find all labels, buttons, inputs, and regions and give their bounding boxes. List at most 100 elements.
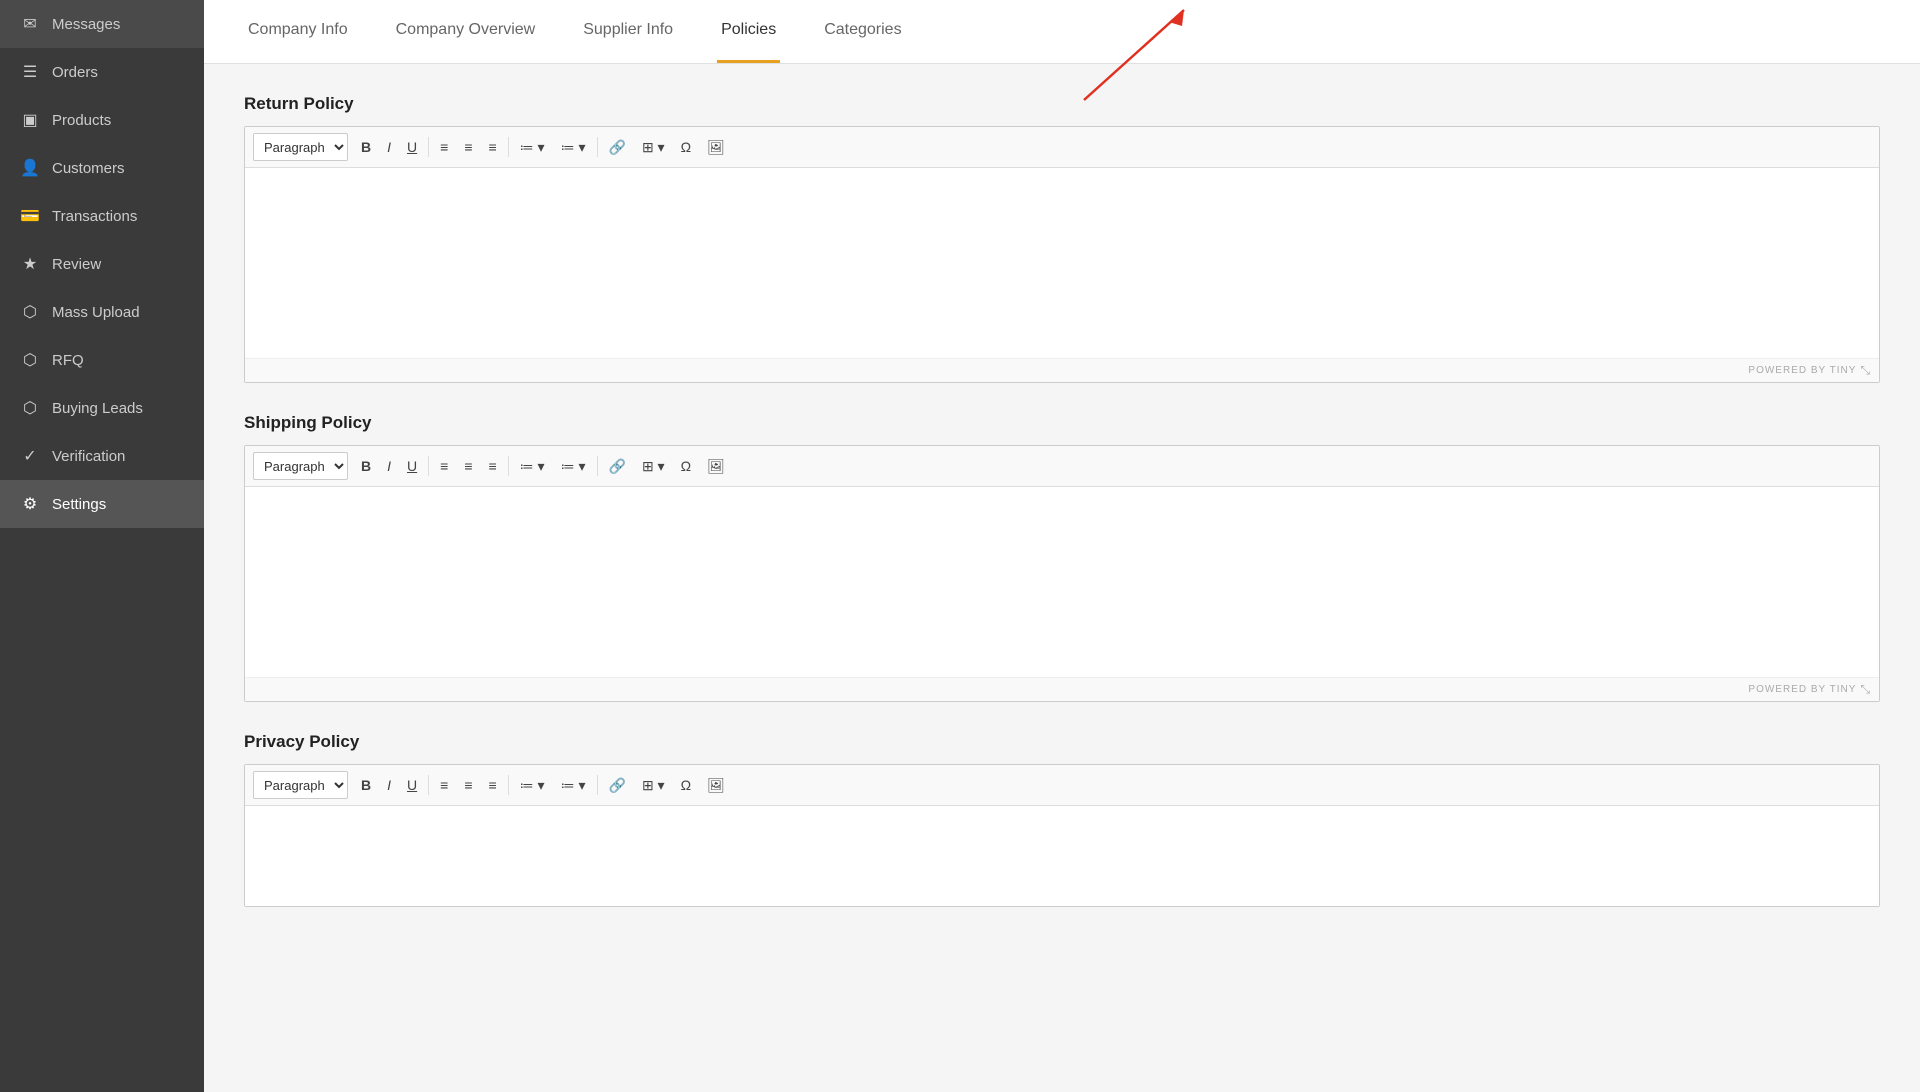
shipping-policy-align-center-btn[interactable]: ≡ — [457, 452, 479, 480]
return-policy-link-btn[interactable]: 🔗 — [602, 133, 633, 161]
privacy-policy-underline-btn[interactable]: U — [400, 771, 424, 799]
sidebar-item-transactions[interactable]: 💳 Transactions — [0, 192, 204, 240]
return-policy-format-select[interactable]: Paragraph Heading 1 Heading 2 — [253, 133, 348, 161]
shipping-policy-section: Shipping Policy Paragraph Heading 1 Head… — [244, 413, 1880, 702]
shipping-policy-image-btn[interactable]: 🖼 — [700, 452, 732, 480]
return-policy-image-btn[interactable]: 🖼 — [700, 133, 732, 161]
return-policy-table-btn[interactable]: ⊞ ▾ — [635, 133, 672, 161]
return-policy-omega-btn[interactable]: Ω — [674, 133, 698, 161]
tab-categories[interactable]: Categories — [820, 0, 905, 63]
sidebar-label-settings: Settings — [52, 496, 106, 513]
sidebar-item-orders[interactable]: ☰ Orders — [0, 48, 204, 96]
rfq-icon: ⬡ — [20, 350, 40, 370]
privacy-policy-italic-btn[interactable]: I — [380, 771, 398, 799]
tab-bar: Company Info Company Overview Supplier I… — [204, 0, 1920, 64]
shipping-policy-footer: POWERED BY TINY ⤡ — [245, 677, 1879, 701]
privacy-policy-title: Privacy Policy — [244, 732, 1880, 752]
sidebar-item-messages[interactable]: ✉ Messages — [0, 0, 204, 48]
return-policy-powered-by: POWERED BY TINY — [1748, 365, 1856, 376]
shipping-policy-table-btn[interactable]: ⊞ ▾ — [635, 452, 672, 480]
return-policy-resize: ⤡ — [1860, 363, 1871, 378]
tab-supplier-info[interactable]: Supplier Info — [579, 0, 677, 63]
customers-icon: 👤 — [20, 158, 40, 178]
tab-company-overview[interactable]: Company Overview — [392, 0, 540, 63]
sidebar-label-rfq: RFQ — [52, 352, 84, 369]
sidebar-item-customers[interactable]: 👤 Customers — [0, 144, 204, 192]
return-policy-align-left-btn[interactable]: ≡ — [433, 133, 455, 161]
privacy-policy-align-left-btn[interactable]: ≡ — [433, 771, 455, 799]
return-policy-numbered-btn[interactable]: ≔ ▾ — [554, 133, 593, 161]
return-policy-align-center-btn[interactable]: ≡ — [457, 133, 479, 161]
sidebar-label-messages: Messages — [52, 16, 120, 33]
privacy-policy-bullet-btn[interactable]: ≔ ▾ — [513, 771, 552, 799]
sep8 — [508, 775, 509, 795]
privacy-policy-body[interactable] — [245, 806, 1879, 906]
privacy-policy-align-right-btn[interactable]: ≡ — [481, 771, 503, 799]
review-icon: ★ — [20, 254, 40, 274]
tab-policies[interactable]: Policies — [717, 0, 780, 63]
sidebar-item-products[interactable]: ▣ Products — [0, 96, 204, 144]
return-policy-body[interactable] — [245, 168, 1879, 358]
sidebar: ✉ Messages ☰ Orders ▣ Products 👤 Custome… — [0, 0, 204, 1092]
sidebar-item-settings[interactable]: ⚙ Settings — [0, 480, 204, 528]
sidebar-label-transactions: Transactions — [52, 208, 137, 225]
sidebar-label-customers: Customers — [52, 160, 125, 177]
sidebar-item-mass-upload[interactable]: ⬡ Mass Upload — [0, 288, 204, 336]
shipping-policy-title: Shipping Policy — [244, 413, 1880, 433]
privacy-policy-link-btn[interactable]: 🔗 — [602, 771, 633, 799]
return-policy-title: Return Policy — [244, 94, 1880, 114]
shipping-policy-italic-btn[interactable]: I — [380, 452, 398, 480]
sidebar-label-verification: Verification — [52, 448, 125, 465]
return-policy-align-right-btn[interactable]: ≡ — [481, 133, 503, 161]
sidebar-item-buying-leads[interactable]: ⬡ Buying Leads — [0, 384, 204, 432]
sep2 — [508, 137, 509, 157]
privacy-policy-omega-btn[interactable]: Ω — [674, 771, 698, 799]
shipping-policy-bold-btn[interactable]: B — [354, 452, 378, 480]
main-content: Company Info Company Overview Supplier I… — [204, 0, 1920, 1092]
shipping-policy-link-btn[interactable]: 🔗 — [602, 452, 633, 480]
sidebar-label-buying-leads: Buying Leads — [52, 400, 143, 417]
shipping-policy-body[interactable] — [245, 487, 1879, 677]
sep7 — [428, 775, 429, 795]
privacy-policy-numbered-btn[interactable]: ≔ ▾ — [554, 771, 593, 799]
shipping-policy-numbered-btn[interactable]: ≔ ▾ — [554, 452, 593, 480]
return-policy-underline-btn[interactable]: U — [400, 133, 424, 161]
shipping-policy-align-right-btn[interactable]: ≡ — [481, 452, 503, 480]
messages-icon: ✉ — [20, 14, 40, 34]
orders-icon: ☰ — [20, 62, 40, 82]
sep4 — [428, 456, 429, 476]
return-policy-bullet-btn[interactable]: ≔ ▾ — [513, 133, 552, 161]
verification-icon: ✓ — [20, 446, 40, 466]
sep9 — [597, 775, 598, 795]
sidebar-label-products: Products — [52, 112, 111, 129]
return-policy-italic-btn[interactable]: I — [380, 133, 398, 161]
privacy-policy-align-center-btn[interactable]: ≡ — [457, 771, 479, 799]
tab-company-info[interactable]: Company Info — [244, 0, 352, 63]
privacy-policy-image-btn[interactable]: 🖼 — [700, 771, 732, 799]
privacy-policy-bold-btn[interactable]: B — [354, 771, 378, 799]
sidebar-item-rfq[interactable]: ⬡ RFQ — [0, 336, 204, 384]
sidebar-label-review: Review — [52, 256, 101, 273]
settings-icon: ⚙ — [20, 494, 40, 514]
shipping-policy-editor: Paragraph Heading 1 Heading 2 B I U ≡ ≡ … — [244, 445, 1880, 702]
privacy-policy-table-btn[interactable]: ⊞ ▾ — [635, 771, 672, 799]
return-policy-toolbar: Paragraph Heading 1 Heading 2 B I U ≡ ≡ … — [245, 127, 1879, 168]
privacy-policy-format-select[interactable]: Paragraph Heading 1 Heading 2 — [253, 771, 348, 799]
sidebar-item-review[interactable]: ★ Review — [0, 240, 204, 288]
shipping-policy-align-left-btn[interactable]: ≡ — [433, 452, 455, 480]
privacy-policy-editor: Paragraph Heading 1 Heading 2 B I U ≡ ≡ … — [244, 764, 1880, 907]
sidebar-item-verification[interactable]: ✓ Verification — [0, 432, 204, 480]
sep3 — [597, 137, 598, 157]
content-area: Return Policy Paragraph Heading 1 Headin… — [204, 64, 1920, 1092]
shipping-policy-bullet-btn[interactable]: ≔ ▾ — [513, 452, 552, 480]
buying-leads-icon: ⬡ — [20, 398, 40, 418]
return-policy-section: Return Policy Paragraph Heading 1 Headin… — [244, 94, 1880, 383]
shipping-policy-underline-btn[interactable]: U — [400, 452, 424, 480]
return-policy-editor: Paragraph Heading 1 Heading 2 B I U ≡ ≡ … — [244, 126, 1880, 383]
shipping-policy-format-select[interactable]: Paragraph Heading 1 Heading 2 — [253, 452, 348, 480]
return-policy-bold-btn[interactable]: B — [354, 133, 378, 161]
return-policy-footer: POWERED BY TINY ⤡ — [245, 358, 1879, 382]
shipping-policy-toolbar: Paragraph Heading 1 Heading 2 B I U ≡ ≡ … — [245, 446, 1879, 487]
shipping-policy-omega-btn[interactable]: Ω — [674, 452, 698, 480]
shipping-policy-resize: ⤡ — [1860, 682, 1871, 697]
